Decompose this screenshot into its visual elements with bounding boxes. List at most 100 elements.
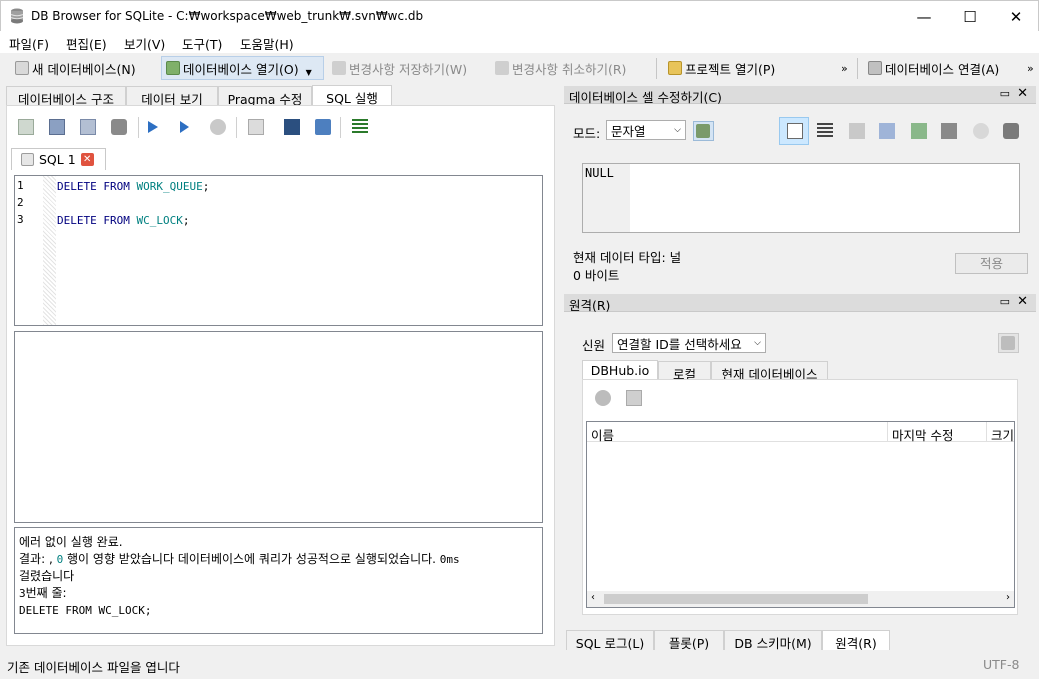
float-dock-icon[interactable]: ▭ — [1000, 295, 1010, 308]
remote-dock-header: 원격(R) ▭ ✕ — [564, 294, 1036, 313]
maximize-button[interactable]: ☐ — [947, 1, 993, 32]
attach-database-icon — [868, 61, 882, 75]
open-database-button[interactable]: 데이터베이스 열기(O) ▼ — [161, 56, 324, 80]
tab-sql-log[interactable]: SQL 로그(L) — [566, 630, 654, 651]
auto-switch-mode-button[interactable] — [693, 121, 714, 141]
line-number: 1 — [17, 179, 24, 192]
close-dock-icon[interactable]: ✕ — [1017, 294, 1028, 309]
sql-toolbar — [18, 119, 378, 137]
find-icon[interactable] — [284, 119, 300, 135]
scrollbar-thumb[interactable] — [604, 594, 868, 604]
new-database-button[interactable]: 새 데이터베이스(N) — [15, 56, 136, 80]
cell-value-text: NULL — [585, 166, 614, 180]
remote-settings-button[interactable] — [998, 333, 1019, 353]
main-toolbar: 새 데이터베이스(N) 데이터베이스 열기(O) ▼ 변경사항 저장하기(W) … — [0, 53, 1039, 84]
tab-local[interactable]: 로컬 — [658, 361, 711, 382]
tab-plot[interactable]: 플롯(P) — [654, 630, 724, 651]
stop-execution-icon[interactable] — [210, 119, 226, 135]
chevron-down-icon: ⌵ — [754, 338, 761, 348]
message-result-cont: 걸렸습니다 — [19, 569, 75, 583]
open-project-button[interactable]: 프로젝트 열기(P) — [668, 56, 775, 80]
database-app-icon — [10, 8, 24, 24]
set-null-icon[interactable] — [911, 123, 927, 139]
tab-execute-sql[interactable]: SQL 실행 — [312, 85, 392, 106]
edit-cell-title: 데이터베이스 셀 수정하기(C) — [569, 90, 722, 105]
results-grid[interactable] — [14, 331, 543, 523]
remote-file-list[interactable]: 이름 마지막 수정 크기 ‹ › — [586, 421, 1015, 608]
tab-current-database[interactable]: 현재 데이터베이스 — [711, 361, 828, 382]
write-changes-button[interactable]: 변경사항 저장하기(W) — [332, 56, 467, 80]
message-result: 결과: , 0 행이 영향 받았습니다 데이터베이스에 쿼리가 성공적으로 실행… — [19, 552, 460, 566]
new-database-icon — [15, 61, 29, 75]
column-size[interactable]: 크기 — [991, 425, 1015, 444]
horizontal-scrollbar[interactable]: ‹ › — [587, 591, 1014, 607]
comment-icon[interactable] — [352, 119, 368, 135]
cell-editor-toolbar — [779, 117, 1025, 145]
message-statement: DELETE FROM WC_LOCK; — [19, 604, 152, 617]
mode-select[interactable]: 문자열 ⌵ — [606, 120, 686, 140]
menu-file[interactable]: 파일(F) — [9, 34, 49, 53]
code-line: DELETE FROM WORK_QUEUE; — [57, 180, 210, 193]
tab-browse-data[interactable]: 데이터 보기 — [126, 86, 218, 107]
menu-tools[interactable]: 도구(T) — [182, 34, 222, 53]
main-tabs: 데이터베이스 구조 데이터 보기 Pragma 수정 SQL 실행 — [6, 85, 556, 107]
print-icon-2[interactable] — [1003, 123, 1019, 139]
tab-remote[interactable]: 원격(R) — [822, 630, 890, 651]
menu-help[interactable]: 도움말(H) — [240, 34, 294, 53]
toolbar-overflow-icon[interactable]: » — [841, 56, 848, 80]
open-sql-file-icon[interactable] — [49, 119, 65, 135]
line-number: 3 — [17, 213, 24, 226]
tab-database-structure[interactable]: 데이터베이스 구조 — [6, 86, 126, 107]
text-icon — [787, 123, 803, 139]
window-title: DB Browser for SQLite - C:₩workspace₩web… — [31, 9, 424, 23]
open-database-icon — [166, 61, 180, 75]
tab-dbhub[interactable]: DBHub.io — [582, 360, 658, 380]
sql-editor[interactable]: 1 2 3 DELETE FROM WORK_QUEUE; DELETE FRO… — [14, 175, 543, 326]
line-number: 2 — [17, 196, 24, 209]
menu-edit[interactable]: 편집(E) — [66, 34, 107, 53]
minimize-button[interactable]: — — [901, 1, 947, 32]
identity-label: 신원 — [582, 338, 606, 353]
tab-db-schema[interactable]: DB 스키마(M) — [724, 630, 822, 651]
indent-icon[interactable] — [817, 123, 833, 139]
apply-button[interactable]: 적용 — [955, 253, 1028, 274]
chevron-down-icon[interactable]: ▼ — [306, 68, 312, 77]
project-icon — [668, 61, 682, 75]
attach-database-button[interactable]: 데이터베이스 연결(A) — [868, 56, 999, 80]
revert-changes-button[interactable]: 변경사항 취소하기(R) — [495, 56, 626, 80]
save-results-icon[interactable] — [248, 119, 264, 135]
open-tab-icon[interactable] — [18, 119, 34, 135]
identity-select[interactable]: 연결할 ID를 선택하세요 ⌵ — [612, 333, 766, 353]
float-dock-icon[interactable]: ▭ — [1000, 87, 1010, 100]
column-name[interactable]: 이름 — [591, 425, 614, 444]
import-icon[interactable] — [849, 123, 865, 139]
undo-icon — [495, 61, 509, 75]
tab-edit-pragmas[interactable]: Pragma 수정 — [218, 86, 312, 107]
scroll-right-icon[interactable]: › — [1006, 592, 1010, 603]
column-last-modified[interactable]: 마지막 수정 — [892, 425, 953, 444]
save-sql-file-icon[interactable] — [80, 119, 96, 135]
bottom-tabs: SQL 로그(L) 플롯(P) DB 스키마(M) 원격(R) — [566, 630, 896, 651]
status-encoding: UTF-8 — [983, 657, 1020, 672]
save-icon — [332, 61, 346, 75]
toolbar-overflow-icon-2[interactable]: » — [1027, 56, 1034, 80]
apply-icon[interactable] — [973, 123, 989, 139]
execute-line-icon[interactable] — [180, 121, 189, 133]
close-button[interactable]: ✕ — [993, 1, 1039, 32]
find-replace-icon[interactable] — [315, 119, 331, 135]
print-icon[interactable] — [111, 119, 127, 135]
scroll-left-icon[interactable]: ‹ — [591, 592, 595, 603]
export-icon[interactable] — [879, 123, 895, 139]
execute-all-icon[interactable] — [148, 121, 158, 133]
cell-value-editor[interactable]: NULL — [582, 163, 1020, 233]
menu-view[interactable]: 보기(V) — [124, 34, 165, 53]
close-dock-icon[interactable]: ✕ — [1017, 86, 1028, 101]
print-cell-icon[interactable] — [941, 123, 957, 139]
status-bar: 기존 데이터베이스 파일을 엽니다 UTF-8 — [0, 654, 1039, 679]
sql-editor-tab[interactable]: SQL 1 ✕ — [11, 148, 106, 170]
refresh-icon[interactable] — [595, 390, 611, 406]
clone-icon[interactable] — [626, 390, 642, 406]
message-status: 에러 없이 실행 완료. — [19, 535, 123, 549]
menu-bar: 파일(F) 편집(E) 보기(V) 도구(T) 도움말(H) — [0, 31, 1039, 53]
close-tab-icon[interactable]: ✕ — [80, 153, 94, 166]
